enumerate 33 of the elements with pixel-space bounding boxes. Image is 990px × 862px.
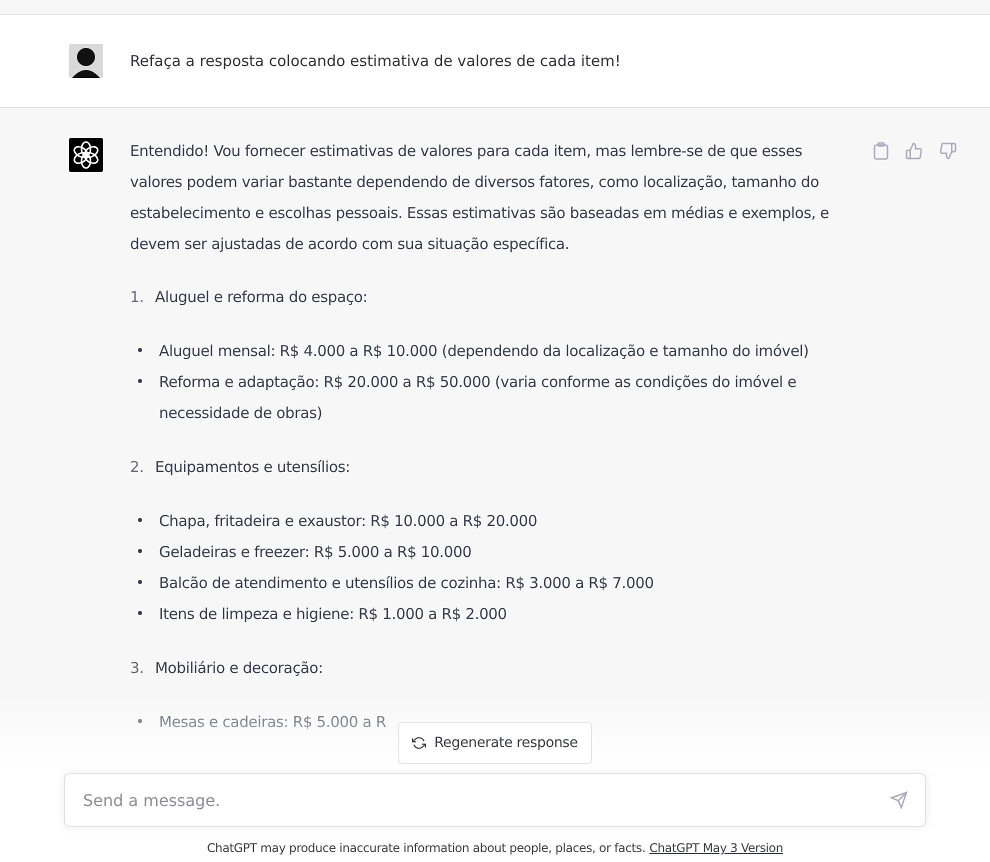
list-item: Balcão de atendimento e utensílios de cozinha: R$ 3.000 a R$ 7.000 [159, 573, 654, 594]
section-title: Mobiliário e decoração: [155, 658, 323, 679]
refresh-icon [412, 736, 426, 750]
disclaimer-text: ChatGPT may produce inaccurate information about people, places, or facts. [206, 841, 646, 855]
avatar [69, 44, 103, 78]
list-item: Itens de limpeza e higiene: R$ 1.000 a R$ 2.000 [159, 604, 507, 625]
response-paragraph: Entendido! Vou fornecer estimativas de valores para cada item, mas lembre-se de que esses valores podem variar bastante dependendo de diversos fatores, como localização, tamanho do estabelecimento e escolhas pessoais. Essas estimativas são baseadas em médias e exemplos, e devem ser ajustadas de acordo com sua situação específica. [130, 141, 830, 255]
bullet [138, 611, 142, 615]
message-field[interactable]: Send a message. [64, 773, 926, 827]
list-item: Reforma e adaptação: R$ 20.000 a R$ 50.000 (varia conforme as condições do imóvel e necessidade de obras) [159, 372, 798, 424]
bullet [138, 549, 142, 553]
list-number: 1. [130, 287, 145, 308]
bullet [138, 379, 142, 383]
bullet [138, 580, 142, 584]
version-link[interactable]: ChatGPT May 3 Version [649, 841, 784, 855]
bullet [138, 719, 142, 723]
bullet [138, 518, 142, 522]
list-item: Geladeiras e freezer: R$ 5.000 a R$ 10.000 [159, 542, 472, 563]
thumbs-up-button[interactable] [903, 140, 925, 162]
thumbs-down-button[interactable] [937, 140, 959, 162]
list-number: 3. [130, 658, 145, 679]
copy-button[interactable] [871, 140, 891, 162]
user-message: Refaça a resposta colocando estimativa de valores de cada item! [130, 52, 621, 70]
list-item: Aluguel mensal: R$ 4.000 a R$ 10.000 (dependendo da localização e tamanho do imóvel) [159, 341, 809, 362]
section-title: Equipamentos e utensílios: [155, 457, 350, 478]
assistant-logo-icon [69, 138, 103, 172]
list-number: 2. [130, 457, 145, 478]
regenerate-button[interactable]: Regenerate response [398, 722, 592, 764]
send-icon[interactable] [890, 791, 908, 809]
list-item: Chapa, fritadeira e exaustor: R$ 10.000 a R$ 20.000 [159, 511, 538, 532]
section-title: Aluguel e reforma do espaço: [155, 287, 368, 308]
bullet [138, 348, 142, 352]
list-item: Mesas e cadeiras: R$ 5.000 a R [159, 712, 386, 733]
